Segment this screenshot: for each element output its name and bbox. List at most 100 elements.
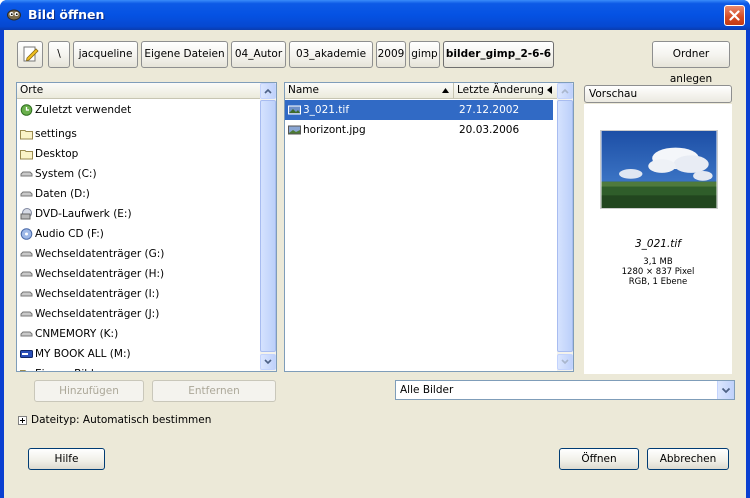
cancel-button[interactable]: Abbrechen: [647, 448, 729, 470]
crumb-gimp[interactable]: gimp: [409, 41, 440, 68]
file-modified: 27.12.2002: [459, 104, 520, 116]
place-item-m[interactable]: MY BOOK ALL (M:): [17, 344, 260, 364]
crumb-2009[interactable]: 2009: [376, 41, 406, 68]
cd-icon: [20, 228, 33, 240]
place-item-h[interactable]: Wechseldatenträger (H:): [17, 264, 260, 284]
dialog-body: \ jacqueline Eigene Dateien 04_Autor 03_…: [4, 30, 746, 498]
place-item-recent[interactable]: Zuletzt verwendet: [17, 100, 260, 120]
place-label: DVD-Laufwerk (E:): [35, 208, 132, 220]
file-name: 3_021.tif: [303, 104, 350, 116]
preview-size: 3,1 MB: [643, 257, 673, 267]
place-label: Audio CD (F:): [35, 228, 104, 240]
place-item-settings[interactable]: settings: [17, 124, 260, 144]
external-drive-icon: [20, 350, 33, 358]
folder-icon: [20, 370, 33, 371]
file-row-3-021[interactable]: 3_021.tif 27.12.2002: [285, 100, 553, 120]
close-icon: [729, 10, 740, 21]
places-scrollbar[interactable]: [260, 83, 276, 371]
place-label: Wechseldatenträger (G:): [35, 248, 165, 260]
scroll-up-button[interactable]: [260, 83, 276, 99]
recent-icon: [20, 104, 33, 116]
scroll-down-button[interactable]: [557, 354, 573, 370]
place-label: Desktop: [35, 148, 79, 160]
place-label: settings: [35, 128, 77, 140]
place-label: Wechseldatenträger (J:): [35, 308, 160, 320]
drive-icon: [20, 331, 33, 337]
scroll-up-button[interactable]: [557, 83, 573, 99]
place-label: CNMEMORY (K:): [35, 328, 119, 340]
image-file-icon: [288, 105, 301, 115]
file-filter-select[interactable]: Alle Bilder: [395, 380, 735, 400]
place-item-j[interactable]: Wechseldatenträger (J:): [17, 304, 260, 324]
open-button[interactable]: Öffnen: [559, 448, 639, 470]
sort-left-icon: [547, 86, 552, 94]
crumb-jacqueline[interactable]: jacqueline: [73, 41, 138, 68]
place-label: Eigene Bilder: [35, 364, 105, 371]
place-item-e[interactable]: DVD-Laufwerk (E:): [17, 204, 260, 224]
place-item-i[interactable]: Wechseldatenträger (I:): [17, 284, 260, 304]
place-item-d[interactable]: Daten (D:): [17, 184, 260, 204]
scroll-thumb[interactable]: [260, 100, 276, 352]
help-button[interactable]: Hilfe: [28, 448, 105, 470]
preview-panel: 3_021.tif 3,1 MB 1280 × 837 Pixel RGB, 1…: [584, 104, 732, 374]
chevron-down-icon: [721, 387, 731, 394]
crumb-03-akademie[interactable]: 03_akademie: [289, 41, 373, 68]
crumb-bilder-gimp[interactable]: bilder_gimp_2-6-6: [443, 41, 554, 68]
sort-up-icon: [442, 88, 449, 93]
drive-icon: [20, 271, 33, 277]
col-header-modified[interactable]: Letzte Änderung: [453, 83, 557, 99]
preview-filename: 3_021.tif: [634, 238, 682, 250]
place-label: System (C:): [35, 168, 97, 180]
add-bookmark-button[interactable]: Hinzufügen: [34, 380, 144, 402]
col-name-label: Name: [288, 84, 319, 96]
filter-dropdown-button[interactable]: [717, 381, 734, 399]
place-item-f[interactable]: Audio CD (F:): [17, 224, 260, 244]
folder-icon: [20, 150, 33, 160]
col-header-name[interactable]: Name: [285, 83, 453, 99]
preview-header[interactable]: Vorschau: [584, 85, 732, 103]
pencil-icon: [23, 46, 39, 62]
preview-dimensions: 1280 × 837 Pixel: [621, 267, 695, 277]
place-item-c[interactable]: System (C:): [17, 164, 260, 184]
place-item-k[interactable]: CNMEMORY (K:): [17, 324, 260, 344]
place-item-eigene-bilder[interactable]: Eigene Bilder: [17, 364, 260, 371]
place-item-desktop[interactable]: Desktop: [17, 144, 260, 164]
type-location-button[interactable]: [17, 41, 43, 68]
remove-bookmark-button[interactable]: Entfernen: [152, 380, 276, 402]
crumb-root[interactable]: \: [48, 41, 70, 68]
scroll-thumb[interactable]: [557, 100, 573, 352]
place-label: Daten (D:): [35, 188, 90, 200]
filetype-expander[interactable]: Dateityp: Automatisch bestimmen: [18, 414, 211, 426]
place-label: Zuletzt verwendet: [35, 104, 132, 116]
drive-icon: [20, 171, 33, 177]
close-button[interactable]: [724, 5, 745, 26]
place-label: Wechseldatenträger (H:): [35, 268, 165, 280]
chevron-up-icon: [264, 88, 272, 94]
places-pane: Orte Zuletzt verwendet settings Desktop …: [16, 82, 277, 372]
filetype-label: Dateityp: Automatisch bestimmen: [31, 414, 212, 426]
file-filter-value: Alle Bilder: [400, 384, 454, 396]
drive-icon: [20, 291, 33, 297]
places-header[interactable]: Orte: [17, 83, 260, 99]
file-row-horizont[interactable]: horizont.jpg 20.03.2006: [285, 120, 553, 140]
preview-mode: RGB, 1 Ebene: [628, 277, 688, 287]
new-folder-button[interactable]: Ordner anlegen: [652, 41, 730, 85]
drive-icon: [20, 191, 33, 197]
files-scrollbar[interactable]: [557, 83, 573, 371]
place-label: MY BOOK ALL (M:): [35, 348, 131, 360]
gimp-icon: [7, 9, 21, 21]
scroll-down-button[interactable]: [260, 354, 276, 370]
drive-icon: [20, 251, 33, 257]
expand-plus-icon: [18, 416, 27, 425]
chevron-up-icon: [561, 88, 569, 94]
chevron-down-icon: [561, 359, 569, 365]
dvd-icon: [20, 208, 32, 220]
file-name: horizont.jpg: [303, 124, 366, 136]
image-file-icon: [288, 125, 301, 135]
crumb-eigene-dateien[interactable]: Eigene Dateien: [141, 41, 228, 68]
crumb-04-autor[interactable]: 04_Autor: [231, 41, 286, 68]
title-bar[interactable]: Bild öffnen: [0, 0, 750, 30]
preview-thumbnail: [600, 130, 718, 209]
place-item-g[interactable]: Wechseldatenträger (G:): [17, 244, 260, 264]
window-title: Bild öffnen: [28, 7, 105, 22]
